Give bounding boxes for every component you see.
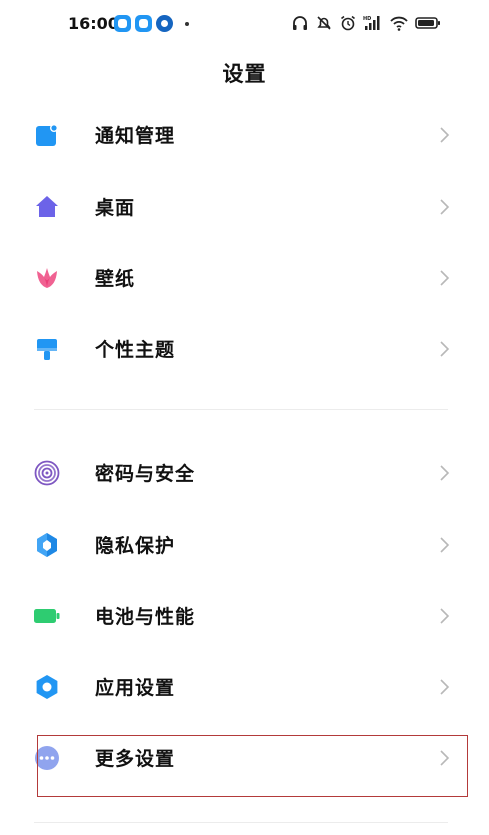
page-title: 设置 xyxy=(222,62,267,86)
chevron-right-icon xyxy=(440,537,450,553)
home-icon xyxy=(36,196,58,217)
chevron-right-icon xyxy=(440,679,450,695)
chevron-right-icon xyxy=(440,199,450,215)
settings-item-label: 通知管理 xyxy=(95,125,176,147)
svg-text:HD: HD xyxy=(363,16,371,22)
settings-item-desktop[interactable]: 桌面 xyxy=(0,174,489,240)
headphones-icon xyxy=(293,16,307,30)
app-notification-icon xyxy=(156,15,173,32)
alarm-icon xyxy=(341,15,355,31)
settings-item-theme[interactable]: 个性主题 xyxy=(0,316,489,382)
settings-item-label: 应用设置 xyxy=(95,677,176,699)
privacy-shield-icon xyxy=(37,533,57,557)
settings-item-label: 桌面 xyxy=(95,197,136,219)
settings-item-label: 隐私保护 xyxy=(95,535,176,557)
app-notification-icon xyxy=(114,15,131,32)
settings-item-password-security[interactable]: 密码与安全 xyxy=(0,440,489,506)
settings-item-notifications[interactable]: 通知管理 xyxy=(0,102,489,168)
settings-item-label: 壁纸 xyxy=(95,268,136,290)
app-notification-icon xyxy=(135,15,152,32)
settings-item-privacy[interactable]: 隐私保护 xyxy=(0,512,489,578)
chevron-right-icon xyxy=(440,465,450,481)
chevron-right-icon xyxy=(440,608,450,624)
section-divider xyxy=(34,822,448,823)
fingerprint-icon xyxy=(34,460,60,486)
status-time: 16:00 xyxy=(68,14,119,33)
chevron-right-icon xyxy=(440,341,450,357)
chevron-right-icon xyxy=(440,127,450,143)
wifi-icon xyxy=(390,16,408,31)
battery-icon xyxy=(34,609,60,623)
status-notification-icons xyxy=(114,15,189,32)
settings-item-battery-performance[interactable]: 电池与性能 xyxy=(0,583,489,649)
status-bar: 16:00 HD xyxy=(0,0,489,48)
wallpaper-tulip-icon xyxy=(37,268,57,288)
theme-brush-icon xyxy=(37,339,57,360)
more-notifications-dot-icon xyxy=(185,21,189,26)
chevron-right-icon xyxy=(440,270,450,286)
signal-icon: HD xyxy=(363,16,380,30)
notification-icon xyxy=(36,124,58,146)
highlight-box xyxy=(37,735,468,797)
section-divider xyxy=(34,409,448,410)
settings-item-label: 电池与性能 xyxy=(95,606,196,628)
bell-muted-icon xyxy=(317,16,331,30)
app-gear-icon xyxy=(36,675,58,699)
settings-item-label: 密码与安全 xyxy=(95,463,196,485)
settings-item-app-settings[interactable]: 应用设置 xyxy=(0,654,489,720)
settings-item-wallpaper[interactable]: 壁纸 xyxy=(0,245,489,311)
battery-status-icon xyxy=(415,17,440,29)
settings-item-label: 个性主题 xyxy=(95,339,176,361)
status-system-icons: HD xyxy=(291,14,441,32)
